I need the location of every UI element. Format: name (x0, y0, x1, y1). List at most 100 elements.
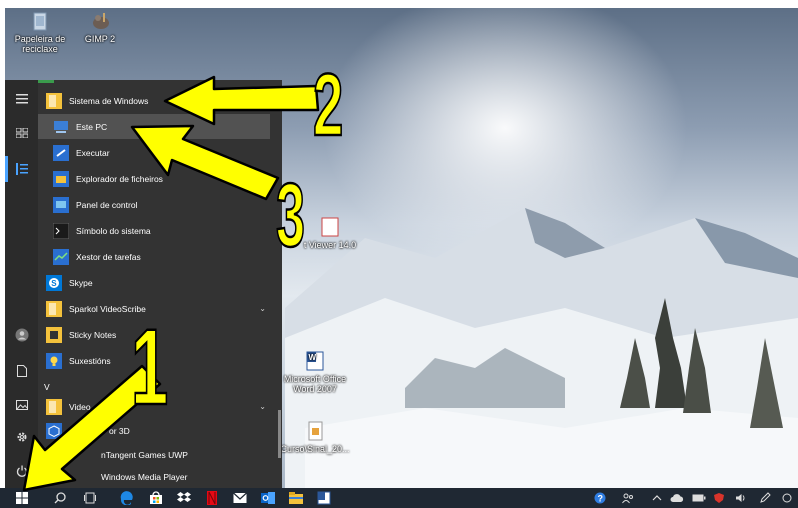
partial-app-item[interactable] (38, 80, 276, 87)
app-label: Xestor de tarefas (76, 251, 141, 262)
start-menu-scrollbar[interactable] (278, 410, 281, 458)
desktop-icon-label: Papeleira de reciclaxe (14, 34, 66, 54)
tiles-button[interactable] (5, 120, 38, 146)
word-icon: W (306, 351, 324, 371)
app-label: Panel de control (76, 199, 138, 210)
battery-icon (692, 494, 706, 502)
word-desktop-icon[interactable]: W Microsoft Office Word 2007 (280, 350, 350, 394)
start-menu-rail (5, 80, 38, 488)
search-icon (54, 492, 66, 504)
chevron-down-icon: ⌄ (259, 402, 266, 411)
task-manager-icon (53, 248, 69, 265)
netflix-icon (207, 491, 217, 505)
file-icon (308, 421, 323, 441)
dropbox-taskbar-button[interactable] (172, 488, 196, 508)
control-panel-icon (53, 196, 69, 213)
account-button[interactable] (5, 322, 38, 348)
letter-label: V (44, 381, 50, 392)
command-prompt-icon (53, 222, 69, 239)
sticky-notes-icon (46, 326, 62, 343)
app-label: Windows Media Player (101, 471, 188, 482)
gimp-desktop-icon[interactable]: GIMP 2 (65, 10, 135, 44)
volume-tray-button[interactable] (732, 488, 750, 508)
settings-button[interactable] (5, 424, 38, 450)
app-este-pc[interactable]: Este PC (38, 114, 270, 139)
mail-taskbar-button[interactable] (228, 488, 252, 508)
ime-tray-button[interactable] (778, 488, 796, 508)
app-sticky-notes[interactable]: Sticky Notes (38, 322, 276, 347)
desktop-icon-label: Microsoft Office Word 2007 (283, 374, 347, 394)
app-label: Sticky Notes (69, 329, 117, 340)
folder-icon (289, 492, 303, 504)
folder-video[interactable]: Video ⌄ (38, 394, 276, 419)
chevron-down-icon: ⌄ (259, 304, 266, 313)
skype-icon: S (46, 274, 62, 291)
app-executar[interactable]: Executar (38, 140, 276, 165)
people-tray-button[interactable] (618, 488, 638, 508)
documents-button[interactable] (5, 358, 38, 384)
file-desktop-icon[interactable]: Curso\Sinal_20... (280, 420, 350, 454)
app-explorador-de-ficheiros[interactable]: Explorador de ficheiros (38, 166, 276, 191)
app-label: Símbolo do sistema (76, 225, 151, 236)
folder-sistema-de-windows[interactable]: Sistema de Windows (38, 88, 276, 113)
cloud-icon (670, 494, 684, 502)
outlook-taskbar-button[interactable] (256, 488, 280, 508)
pictures-button[interactable] (5, 392, 38, 418)
dropbox-icon (177, 492, 191, 502)
word-icon (317, 491, 331, 505)
recycle-bin-icon (33, 12, 47, 31)
app-3d-viewer[interactable]: or 3D (38, 418, 276, 443)
app-label: Este PC (76, 121, 108, 132)
store-bag-icon (150, 491, 162, 504)
computer-icon (54, 120, 68, 133)
battery-tray-button[interactable] (690, 488, 708, 508)
power-button[interactable] (5, 458, 38, 484)
all-apps-button[interactable] (5, 156, 38, 182)
viewer-desktop-icon[interactable]: t Viewer 14.0 (295, 216, 365, 250)
folder-icon (46, 398, 62, 415)
tiles-icon (15, 128, 28, 138)
store-taskbar-button[interactable] (144, 488, 168, 508)
antivirus-tray-button[interactable] (710, 488, 728, 508)
app-label: Executar (76, 147, 110, 158)
file-explorer-taskbar-button[interactable] (284, 488, 308, 508)
pen-icon (760, 492, 771, 503)
desktop-icon-label: t Viewer 14.0 (303, 240, 357, 250)
app-suxestions[interactable]: Suxestións (38, 348, 276, 373)
outlook-icon (261, 492, 275, 504)
edge-taskbar-button[interactable] (114, 488, 138, 508)
windows-logo-icon (16, 492, 28, 504)
cloud-tray-button[interactable] (668, 488, 686, 508)
app-windows-media-player[interactable]: Windows Media Player (38, 464, 276, 488)
netflix-taskbar-button[interactable] (200, 488, 224, 508)
keyboard-icon (782, 493, 792, 503)
app-panel-de-control[interactable]: Panel de control (38, 192, 276, 217)
power-icon (16, 465, 27, 477)
app-simbolo-do-sistema[interactable]: Símbolo do sistema (38, 218, 276, 243)
edge-icon (120, 491, 133, 505)
gimp-icon (93, 13, 109, 29)
app-label: Sparkol VideoScribe (69, 303, 146, 314)
folder-icon (46, 92, 62, 109)
task-view-button[interactable] (78, 488, 102, 508)
search-button[interactable] (48, 488, 72, 508)
app-skype[interactable]: S Skype (38, 270, 276, 295)
help-tray-button[interactable]: ? (590, 488, 610, 508)
folder-label: Sistema de Windows (69, 95, 149, 106)
list-icon (15, 163, 28, 175)
mail-icon (233, 492, 247, 503)
folder-sparkol-videoscribe[interactable]: Sparkol VideoScribe ⌄ (38, 296, 276, 321)
folder-icon (46, 300, 62, 317)
cube-3d-icon (46, 422, 62, 439)
pen-tray-button[interactable] (756, 488, 774, 508)
word-taskbar-button[interactable] (312, 488, 336, 508)
desktop-icon-label: Curso\Sinal_20... (280, 444, 350, 454)
app-label: Suxestións (69, 355, 111, 366)
start-button[interactable] (10, 488, 34, 508)
app-tile-icon (38, 80, 54, 83)
shield-icon (714, 493, 724, 503)
hamburger-menu-button[interactable] (5, 86, 38, 112)
user-avatar-icon (15, 328, 28, 342)
app-xestor-de-tarefas[interactable]: Xestor de tarefas (38, 244, 276, 269)
show-hidden-icons-button[interactable] (648, 488, 666, 508)
